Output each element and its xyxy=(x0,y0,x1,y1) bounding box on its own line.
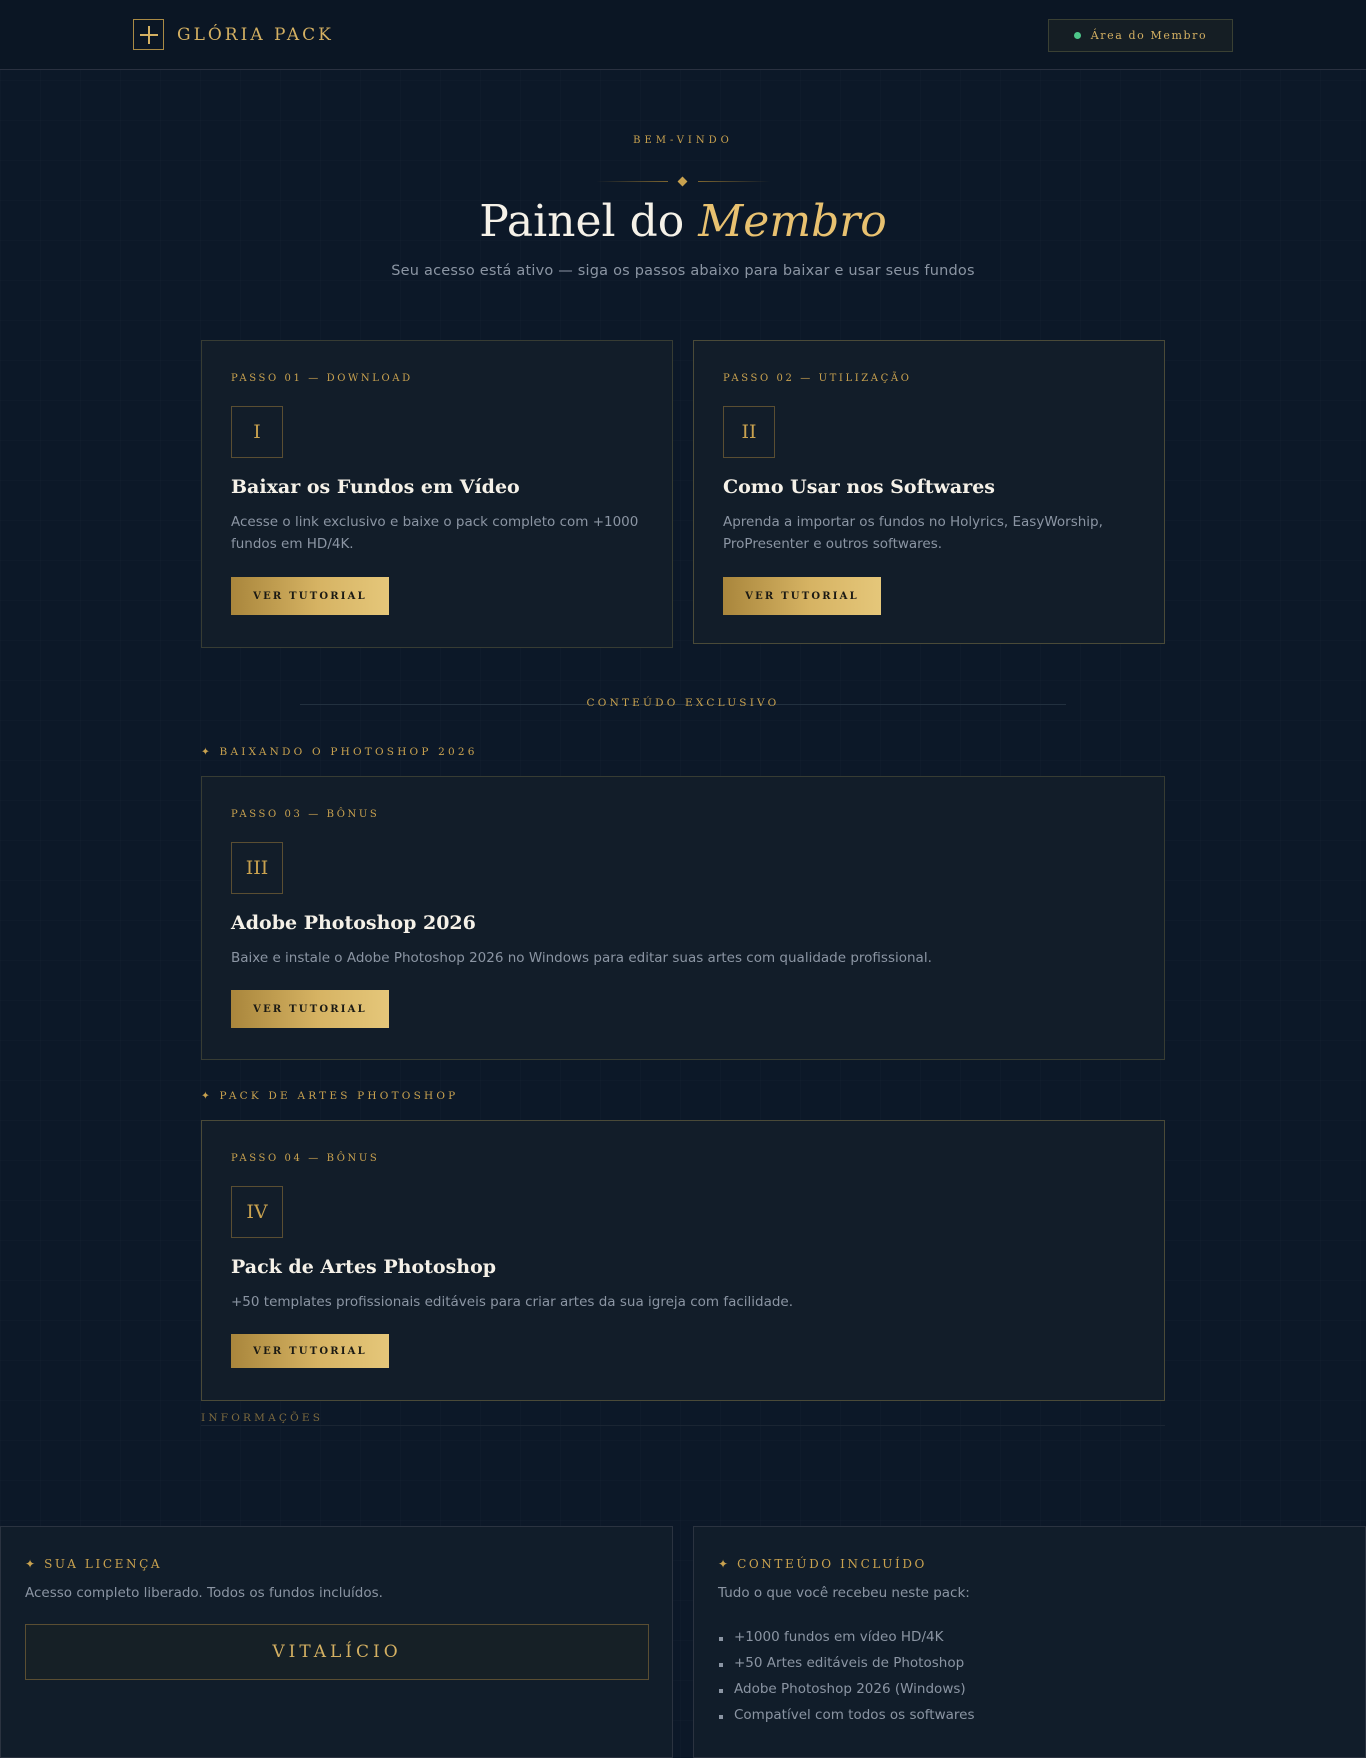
ornament-divider xyxy=(596,176,770,187)
page-title-prefix: Painel do xyxy=(479,196,685,247)
tutorial-button[interactable]: VER TUTORIAL xyxy=(231,1334,389,1368)
member-area-label: Área do Membro xyxy=(1090,29,1208,42)
hero-eyebrow: BEM-VINDO xyxy=(633,135,733,146)
tutorial-button[interactable]: VER TUTORIAL xyxy=(231,577,389,615)
step-description: Aprenda a importar os fundos no Holyrics… xyxy=(723,511,1103,555)
step-description-line: ProPresenter e outros softwares. xyxy=(723,536,943,552)
step-title: Pack de Artes Photoshop xyxy=(231,1256,497,1278)
list-item: Compatível com todos os softwares xyxy=(718,1707,974,1733)
included-title: ✦ CONTEÚDO INCLUÍDO xyxy=(718,1557,927,1571)
step-label: PASSO 04 — BÔNUS xyxy=(231,1153,380,1164)
step-description-line: fundos em HD/4K. xyxy=(231,536,354,552)
step-title: Como Usar nos Softwares xyxy=(723,476,995,498)
list-item: +50 Artes editáveis de Photoshop xyxy=(718,1655,974,1681)
section-label-pack: ✦ PACK DE ARTES PHOTOSHOP xyxy=(201,1090,459,1102)
step-title: Baixar os Fundos em Vídeo xyxy=(231,476,520,498)
step-label: PASSO 02 — UTILIZAÇÃO xyxy=(723,373,912,384)
license-title: ✦ SUA LICENÇA xyxy=(25,1557,163,1571)
step-description: +50 templates profissionais editáveis pa… xyxy=(231,1294,794,1310)
step-numeral: III xyxy=(231,842,283,894)
step-card-usage: PASSO 02 — UTILIZAÇÃO II Como Usar nos S… xyxy=(693,340,1165,644)
step-numeral: IV xyxy=(231,1186,283,1238)
info-heading: INFORMAÇÕES xyxy=(201,1412,324,1424)
included-description: Tudo o que você recebeu neste pack: xyxy=(718,1585,970,1601)
step-numeral: II xyxy=(723,406,775,458)
step-label: PASSO 01 — DOWNLOAD xyxy=(231,373,413,384)
list-item: +1000 fundos em vídeo HD/4K xyxy=(718,1629,974,1655)
step-description: Acesse o link exclusivo e baixe o pack c… xyxy=(231,511,638,555)
exclusive-heading: CONTEÚDO EXCLUSIVO xyxy=(586,697,780,709)
license-description: Acesso completo liberado. Todos os fundo… xyxy=(25,1585,383,1601)
info-divider xyxy=(201,1425,1165,1426)
step-card-pack: PASSO 04 — BÔNUS IV Pack de Artes Photos… xyxy=(201,1120,1165,1401)
member-area-button[interactable]: Área do Membro xyxy=(1048,19,1233,52)
page-title-accent: Membro xyxy=(698,196,887,247)
license-badge: VITALÍCIO xyxy=(25,1624,649,1680)
status-dot-icon xyxy=(1073,32,1081,39)
page-title: Painel do Membro xyxy=(0,196,1366,247)
diamond-icon xyxy=(677,176,688,187)
cross-icon xyxy=(133,19,164,50)
step-description: Baixe e instale o Adobe Photoshop 2026 n… xyxy=(231,950,932,966)
step-description-line: Aprenda a importar os fundos no Holyrics… xyxy=(723,514,1103,530)
included-list: +1000 fundos em vídeo HD/4K +50 Artes ed… xyxy=(718,1629,974,1733)
included-panel: ✦ CONTEÚDO INCLUÍDO Tudo o que você rece… xyxy=(693,1526,1366,1758)
license-panel: ✦ SUA LICENÇA Acesso completo liberado. … xyxy=(0,1526,673,1758)
step-card-photoshop: PASSO 03 — BÔNUS III Adobe Photoshop 202… xyxy=(201,776,1165,1060)
step-title: Adobe Photoshop 2026 xyxy=(231,912,476,934)
step-label: PASSO 03 — BÔNUS xyxy=(231,809,380,820)
tutorial-button[interactable]: VER TUTORIAL xyxy=(231,990,389,1028)
top-header: GLÓRIA PACK Área do Membro xyxy=(0,0,1366,70)
step-numeral: I xyxy=(231,406,283,458)
logo-text: GLÓRIA PACK xyxy=(177,24,334,45)
step-description-line: Acesse o link exclusivo e baixe o pack c… xyxy=(231,514,639,530)
section-label-photoshop: ✦ BAIXANDO O PHOTOSHOP 2026 xyxy=(201,746,478,758)
page-subtitle: Seu acesso está ativo — siga os passos a… xyxy=(391,263,975,279)
step-card-download: PASSO 01 — DOWNLOAD I Baixar os Fundos e… xyxy=(201,340,673,648)
tutorial-button[interactable]: VER TUTORIAL xyxy=(723,577,881,615)
logo[interactable]: GLÓRIA PACK xyxy=(133,19,334,50)
list-item: Adobe Photoshop 2026 (Windows) xyxy=(718,1681,974,1707)
